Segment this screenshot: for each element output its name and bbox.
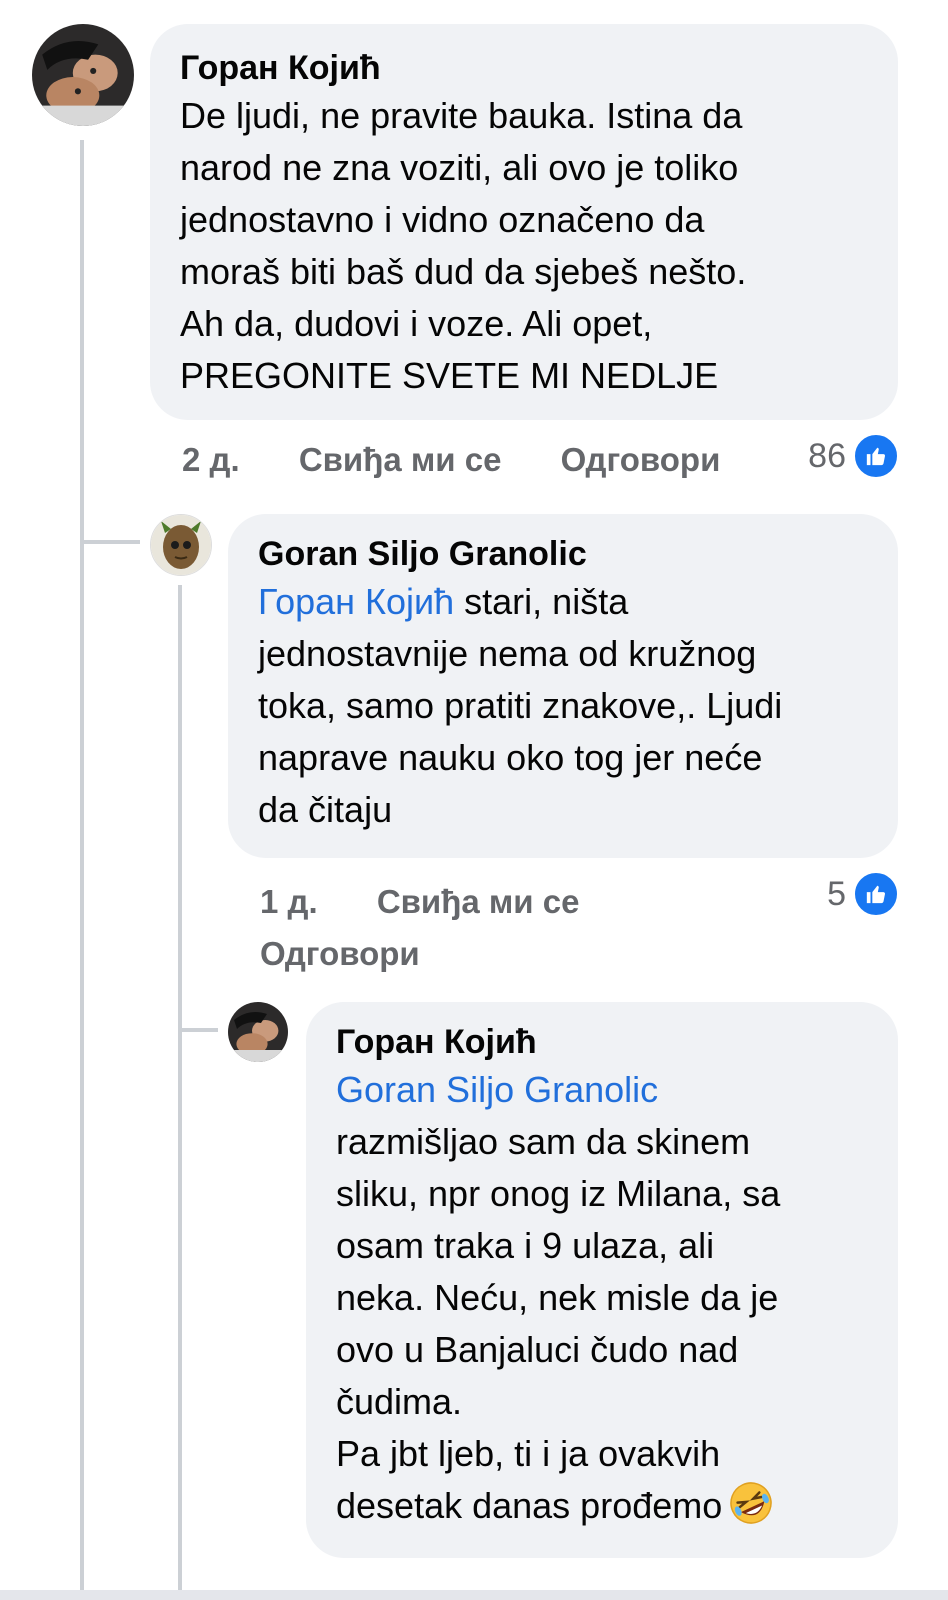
comment-author[interactable]: Горан Којић	[336, 1020, 868, 1064]
bottom-divider	[0, 1590, 948, 1600]
comment-author[interactable]: Goran Siljo Granolic	[258, 532, 868, 576]
avatar[interactable]	[32, 24, 134, 126]
comment-actions: 2 д. Свиђа ми се Одговори	[182, 440, 720, 480]
like-button[interactable]: Свиђа ми се	[299, 441, 502, 478]
comment-text: Горан Којић stari, ništa jednostavnije n…	[258, 576, 868, 836]
comment-actions: 1 д. Свиђа ми се Одговори	[260, 876, 680, 980]
like-count: 86	[808, 436, 846, 475]
comment-bubble: Goran Siljo Granolic Горан Којић stari, …	[228, 514, 898, 858]
comment-bubble: Горан Којић De ljudi, ne pravite bauka. …	[150, 24, 898, 420]
like-count: 5	[827, 874, 846, 913]
mention-link[interactable]: Goran Siljo Granolic	[336, 1069, 658, 1110]
comment-text-body: razmišljao sam da skinem sliku, npr onog…	[336, 1121, 781, 1526]
thumbs-up-icon	[852, 432, 900, 480]
thumbs-up-icon	[852, 870, 900, 918]
thread-branch-1	[80, 540, 140, 544]
reply-button[interactable]: Одговори	[561, 441, 721, 478]
thread-branch-2	[178, 1028, 218, 1032]
thread-line-main	[80, 140, 84, 1600]
mention-link[interactable]: Горан Којић	[258, 581, 454, 622]
comment-bubble: Горан Којић Goran Siljo Granolic razmišl…	[306, 1002, 898, 1558]
avatar[interactable]	[228, 1002, 288, 1062]
reaction-count[interactable]: 5	[827, 870, 900, 918]
rolling-on-floor-laughing-icon	[728, 1480, 774, 1526]
reply-button[interactable]: Одговори	[260, 935, 420, 972]
reaction-count[interactable]: 86	[808, 432, 900, 480]
thread-line-reply	[178, 585, 182, 1600]
comment-time[interactable]: 2 д.	[182, 441, 240, 478]
comment-text: De ljudi, ne pravite bauka. Istina da na…	[180, 95, 747, 396]
comment-author[interactable]: Горан Којић	[180, 46, 868, 90]
like-button[interactable]: Свиђа ми се	[377, 883, 580, 920]
comment-text: Goran Siljo Granolic razmišljao sam da s…	[336, 1064, 868, 1532]
comment-time[interactable]: 1 д.	[260, 883, 318, 920]
avatar[interactable]	[150, 514, 212, 576]
